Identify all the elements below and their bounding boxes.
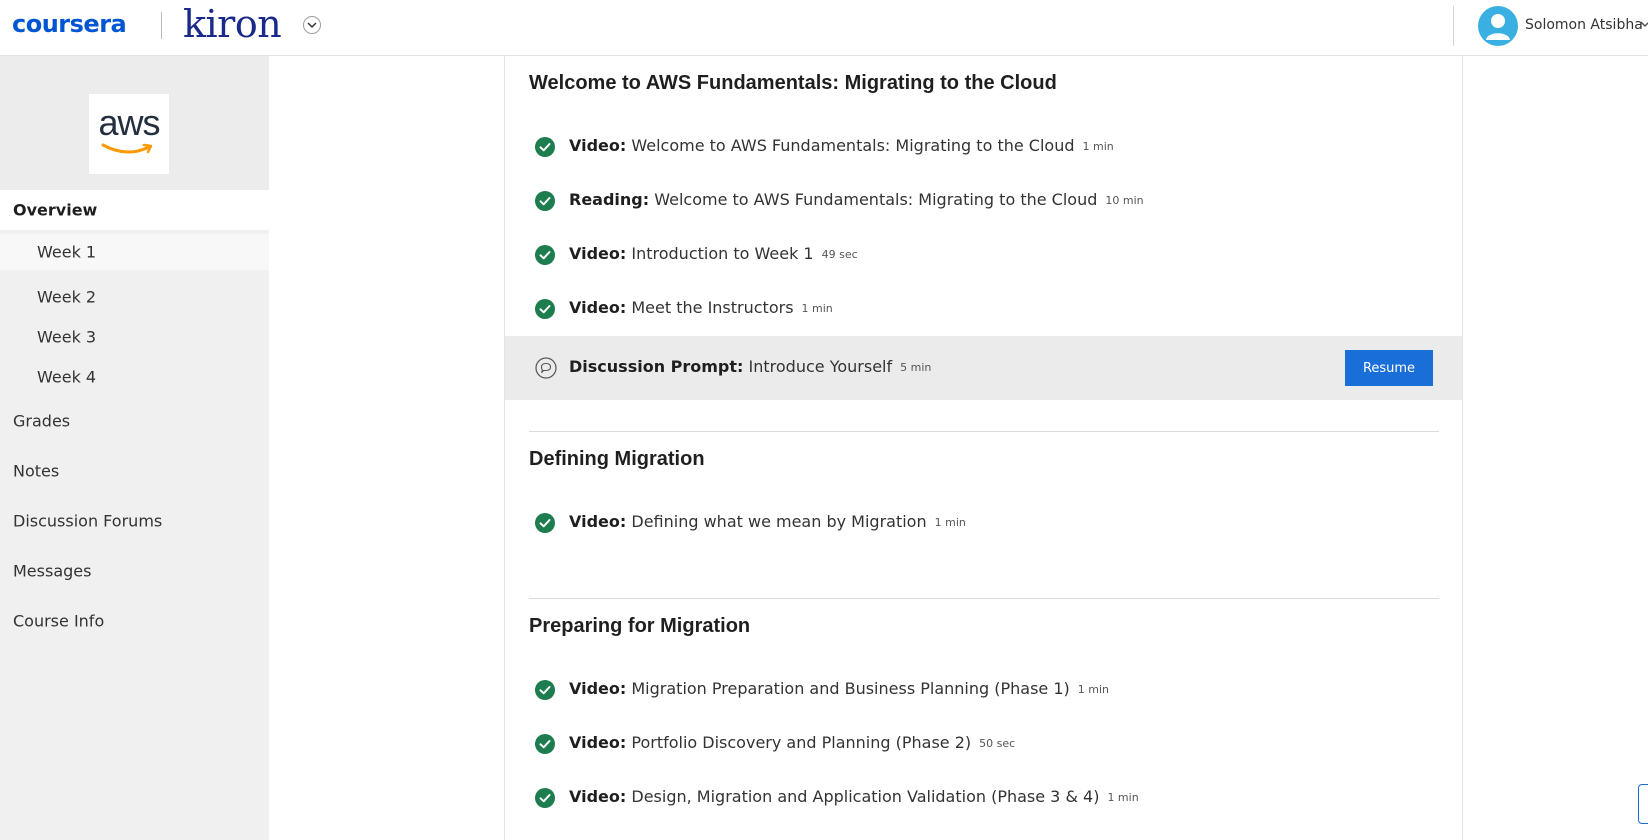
sidebar-item-label: Week 2 — [37, 287, 97, 307]
aws-logo-text: aws — [98, 102, 160, 143]
item-duration: 1 min — [1107, 791, 1139, 804]
course-sidebar: aws Overview Week 1 Week 2 Week 3 Week 4… — [0, 56, 269, 840]
completed-check-icon — [535, 513, 555, 533]
logo-divider — [161, 12, 162, 39]
item-text: Video: Welcome to AWS Fundamentals: Migr… — [569, 136, 1114, 155]
sidebar-item-grades[interactable]: Grades — [0, 401, 269, 441]
list-item[interactable]: Video: Migration Preparation and Busines… — [505, 663, 1462, 717]
completed-check-icon — [535, 245, 555, 265]
user-avatar[interactable] — [1478, 6, 1518, 46]
sidebar-item-label: Notes — [13, 461, 60, 481]
item-type: Video: — [569, 787, 627, 806]
sidebar-item-label: Messages — [13, 561, 92, 581]
section-title: Preparing for Migration — [529, 615, 751, 637]
item-title: Portfolio Discovery and Planning (Phase … — [631, 733, 972, 752]
item-title: Welcome to AWS Fundamentals: Migrating t… — [654, 190, 1098, 209]
list-item[interactable]: Video: Defining what we mean by Migratio… — [505, 496, 1462, 550]
list-item[interactable]: Video: Portfolio Discovery and Planning … — [505, 717, 1462, 771]
sidebar-item-overview[interactable]: Overview — [0, 190, 269, 230]
header-separator — [1453, 6, 1454, 46]
item-text: Discussion Prompt: Introduce Yourself 5 m… — [569, 357, 931, 376]
sidebar-item-label: Course Info — [13, 611, 105, 631]
item-text: Video: Defining what we mean by Migratio… — [569, 512, 966, 531]
sidebar-item-week-2[interactable]: Week 2 — [0, 279, 269, 315]
sidebar-item-week-1[interactable]: Week 1 — [0, 234, 269, 270]
item-text: Reading: Welcome to AWS Fundamentals: Mi… — [569, 190, 1144, 209]
completed-check-icon — [535, 788, 555, 808]
coursera-logo[interactable]: coursera — [12, 10, 127, 38]
item-title: Welcome to AWS Fundamentals: Migrating t… — [631, 136, 1075, 155]
sidebar-item-week-3[interactable]: Week 3 — [0, 319, 269, 355]
course-logo-area: aws — [0, 56, 269, 190]
user-name[interactable]: Solomon Atsibha — [1525, 17, 1643, 33]
completed-check-icon — [535, 137, 555, 157]
list-item[interactable]: Reading: Welcome to AWS Fundamentals: Mi… — [505, 174, 1462, 228]
list-item[interactable]: Video: Meet the Instructors 1 min — [505, 282, 1462, 336]
item-type: Video: — [569, 512, 627, 531]
item-duration: 49 sec — [821, 248, 858, 261]
item-duration: 1 min — [934, 516, 966, 529]
sidebar-item-label: Discussion Forums — [13, 511, 163, 531]
list-item[interactable]: Video: Design, Migration and Application… — [505, 771, 1462, 825]
item-type: Video: — [569, 298, 627, 317]
chevron-down-icon — [307, 22, 317, 29]
item-title: Design, Migration and Application Valida… — [631, 787, 1100, 806]
item-title: Defining what we mean by Migration — [631, 512, 927, 531]
user-icon — [1486, 14, 1510, 40]
program-switcher-button[interactable] — [303, 16, 321, 34]
aws-smile-icon — [101, 143, 153, 154]
discussion-prompt-icon — [535, 357, 557, 379]
item-duration: 10 min — [1105, 194, 1144, 207]
item-title: Introduce Yourself — [748, 357, 893, 376]
sidebar-item-messages[interactable]: Messages — [0, 551, 269, 591]
completed-check-icon — [535, 299, 555, 319]
resume-button[interactable]: Resume — [1345, 350, 1433, 386]
list-item[interactable]: Video: Introduction to Week 1 49 sec — [505, 228, 1462, 282]
item-text: Video: Design, Migration and Application… — [569, 787, 1139, 806]
sidebar-item-discussion-forums[interactable]: Discussion Forums — [0, 501, 269, 541]
item-title: Meet the Instructors — [631, 298, 794, 317]
section-title: Welcome to AWS Fundamentals: Migrating t… — [529, 72, 1057, 94]
item-duration: 50 sec — [979, 737, 1016, 750]
item-text: Video: Meet the Instructors 1 min — [569, 298, 833, 317]
item-type: Video: — [569, 244, 627, 263]
item-duration: 1 min — [1082, 140, 1114, 153]
sidebar-item-notes[interactable]: Notes — [0, 451, 269, 491]
item-duration: 1 min — [801, 302, 833, 315]
item-text: Video: Portfolio Discovery and Planning … — [569, 733, 1015, 752]
top-header: coursera kiron Solomon Atsibha — [0, 0, 1648, 56]
kiron-logo[interactable]: kiron — [183, 2, 282, 46]
sidebar-item-course-info[interactable]: Course Info — [0, 601, 269, 641]
completed-check-icon — [535, 680, 555, 700]
sidebar-item-label: Grades — [13, 411, 71, 431]
chevron-down-icon[interactable] — [1640, 20, 1648, 28]
sidebar-item-label: Week 1 — [37, 242, 97, 262]
item-text: Video: Introduction to Week 1 49 sec — [569, 244, 858, 263]
item-title: Introduction to Week 1 — [631, 244, 814, 263]
item-duration: 5 min — [900, 361, 932, 374]
section-divider — [529, 431, 1439, 432]
section-divider — [529, 598, 1439, 599]
feedback-tab[interactable] — [1638, 784, 1648, 824]
completed-check-icon — [535, 191, 555, 211]
item-type: Video: — [569, 136, 627, 155]
item-text: Video: Migration Preparation and Busines… — [569, 679, 1109, 698]
item-type: Reading: — [569, 190, 650, 209]
item-type: Discussion Prompt: — [569, 357, 744, 376]
sidebar-item-week-4[interactable]: Week 4 — [0, 359, 269, 395]
sidebar-item-label: Week 4 — [37, 367, 97, 387]
list-item-in-progress[interactable]: Discussion Prompt: Introduce Yourself 5 m… — [505, 336, 1462, 400]
completed-check-icon — [535, 734, 555, 754]
section-title: Defining Migration — [529, 448, 705, 470]
item-type: Video: — [569, 679, 627, 698]
list-item[interactable]: Video: Welcome to AWS Fundamentals: Migr… — [505, 120, 1462, 174]
sidebar-item-label: Overview — [13, 200, 98, 220]
aws-logo[interactable]: aws — [89, 94, 169, 174]
item-type: Video: — [569, 733, 627, 752]
week-content: Welcome to AWS Fundamentals: Migrating t… — [504, 56, 1463, 840]
item-duration: 1 min — [1077, 683, 1110, 696]
sidebar-item-label: Week 3 — [37, 327, 97, 347]
item-title: Migration Preparation and Business Plann… — [631, 679, 1070, 698]
